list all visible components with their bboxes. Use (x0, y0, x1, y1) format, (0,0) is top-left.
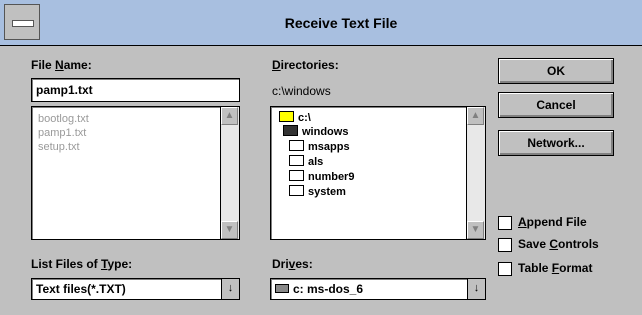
scroll-down-icon[interactable]: ▼ (467, 221, 484, 239)
dropdown-arrow-icon[interactable]: ↓ (221, 279, 239, 299)
file-type-select[interactable]: Text files(*.TXT) ↓ (31, 278, 240, 300)
folder-icon (289, 170, 304, 181)
title-bar: Receive Text File (0, 0, 642, 46)
append-file-label[interactable]: Append File (518, 215, 587, 229)
directory-item[interactable]: number9 (289, 170, 354, 183)
file-list-item[interactable]: pamp1.txt (38, 127, 86, 139)
scroll-up-icon[interactable]: ▲ (467, 107, 484, 125)
folder-icon (289, 155, 304, 166)
file-list[interactable]: bootlog.txt pamp1.txt setup.txt ▲ ▼ (31, 106, 240, 240)
directory-item[interactable]: system (289, 185, 346, 198)
window-title: Receive Text File (284, 15, 398, 31)
directory-item[interactable]: als (289, 155, 323, 168)
file-list-scrollbar[interactable]: ▲ ▼ (220, 107, 239, 239)
directory-list[interactable]: c:\ windows msapps als number9 system ▲ … (270, 106, 486, 240)
current-directory: c:\windows (272, 84, 331, 98)
system-menu-button[interactable] (4, 4, 40, 40)
file-list-item[interactable]: setup.txt (38, 141, 80, 153)
save-controls-checkbox[interactable] (498, 238, 512, 252)
file-list-item[interactable]: bootlog.txt (38, 113, 89, 125)
directories-label: Directories: (272, 58, 339, 72)
directory-item[interactable]: c:\ (279, 111, 311, 124)
drives-label: Drives: (272, 257, 313, 271)
drive-icon (275, 284, 289, 293)
table-format-checkbox[interactable] (498, 262, 512, 276)
directory-list-scrollbar[interactable]: ▲ ▼ (466, 107, 485, 239)
file-type-label: List Files of Type: (31, 257, 133, 271)
folder-icon (289, 140, 304, 151)
directory-item[interactable]: msapps (289, 140, 350, 153)
folder-icon (289, 185, 304, 196)
directory-item[interactable]: windows (283, 125, 348, 138)
file-name-value: pamp1.txt (36, 83, 93, 97)
drives-value: c: ms-dos_6 (275, 282, 363, 296)
drives-select[interactable]: c: ms-dos_6 ↓ (270, 278, 486, 300)
folder-open-icon (279, 111, 294, 122)
scroll-down-icon[interactable]: ▼ (221, 221, 238, 239)
scroll-up-icon[interactable]: ▲ (221, 107, 238, 125)
dropdown-arrow-icon[interactable]: ↓ (467, 279, 485, 299)
ok-button[interactable]: OK (498, 58, 614, 84)
file-name-label: File Name: (31, 58, 92, 72)
save-controls-label[interactable]: Save Controls (518, 237, 599, 251)
file-name-input[interactable]: pamp1.txt (31, 78, 240, 102)
table-format-label[interactable]: Table Format (518, 261, 592, 275)
file-type-value: Text files(*.TXT) (36, 282, 126, 296)
network-button[interactable]: Network... (498, 130, 614, 156)
system-menu-icon (12, 20, 34, 27)
append-file-checkbox[interactable] (498, 216, 512, 230)
folder-open-icon (283, 125, 298, 136)
cancel-button[interactable]: Cancel (498, 92, 614, 118)
